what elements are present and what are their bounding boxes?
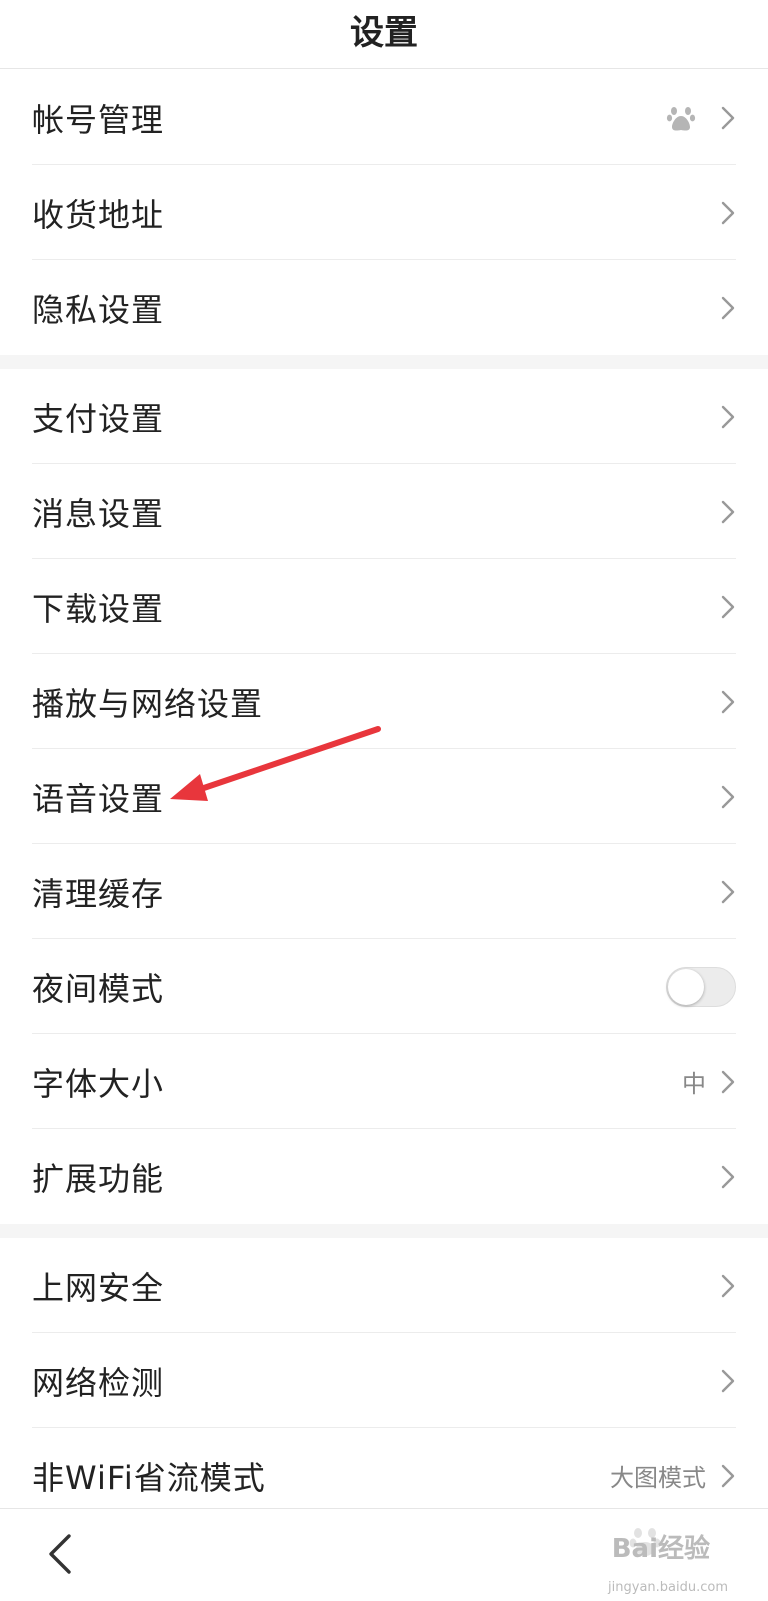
- chevron-right-icon: [721, 1070, 735, 1093]
- baidu-paw-icon: [666, 106, 696, 131]
- watermark-url: jingyan.baidu.com: [608, 1580, 728, 1595]
- chevron-right-icon: [721, 690, 735, 713]
- item-label: 播放与网络设置: [32, 684, 264, 723]
- section-gap: [0, 355, 768, 369]
- settings-item-network-check[interactable]: 网络检测: [0, 1333, 768, 1428]
- settings-item-playback-network[interactable]: 播放与网络设置: [0, 654, 768, 749]
- font-size-value: 中: [682, 1070, 706, 1098]
- bottom-toolbar: Bai经验 jingyan.baidu.com: [0, 1508, 768, 1601]
- settings-item-account-management[interactable]: 帐号管理: [0, 70, 768, 165]
- section-gap: [0, 1224, 768, 1238]
- watermark-text: Bai经验: [611, 1534, 710, 1564]
- settings-item-extensions[interactable]: 扩展功能: [0, 1129, 768, 1224]
- item-label: 隐私设置: [32, 290, 165, 329]
- chevron-right-icon: [721, 201, 735, 224]
- item-label: 夜间模式: [32, 969, 165, 1008]
- settings-item-night-mode: 夜间模式: [0, 939, 768, 1034]
- settings-item-shipping-address[interactable]: 收货地址: [0, 165, 768, 260]
- page-title: 设置: [350, 12, 418, 53]
- toggle-knob: [668, 968, 704, 1005]
- settings-item-web-security[interactable]: 上网安全: [0, 1238, 768, 1333]
- chevron-right-icon: [721, 296, 735, 319]
- settings-item-privacy[interactable]: 隐私设置: [0, 260, 768, 355]
- chevron-right-icon: [721, 595, 735, 618]
- chevron-right-icon: [721, 1369, 735, 1392]
- back-arrow-icon[interactable]: [42, 1531, 78, 1577]
- item-label: 上网安全: [32, 1268, 165, 1307]
- chevron-right-icon: [721, 405, 735, 428]
- night-mode-toggle[interactable]: [666, 966, 736, 1007]
- item-label: 非WiFi省流模式: [32, 1458, 266, 1497]
- item-label: 支付设置: [32, 399, 165, 438]
- settings-group-network: 上网安全 网络检测 非WiFi省流模式 大图模式: [0, 1238, 768, 1523]
- settings-group-general: 支付设置 消息设置 下载设置 播放与网络设置 语音设置 清理缓存 夜间模式 字体…: [0, 369, 768, 1224]
- settings-item-font-size[interactable]: 字体大小 中: [0, 1034, 768, 1129]
- chevron-right-icon: [721, 785, 735, 808]
- top-bar: 设置: [0, 0, 768, 69]
- settings-item-voice[interactable]: 语音设置: [0, 749, 768, 844]
- chevron-right-icon: [721, 1165, 735, 1188]
- item-label: 下载设置: [32, 589, 165, 628]
- settings-item-payment[interactable]: 支付设置: [0, 369, 768, 464]
- item-label: 网络检测: [32, 1363, 165, 1402]
- data-saver-value: 大图模式: [610, 1464, 706, 1492]
- settings-item-clear-cache[interactable]: 清理缓存: [0, 844, 768, 939]
- item-label: 清理缓存: [32, 874, 165, 913]
- settings-item-download[interactable]: 下载设置: [0, 559, 768, 654]
- settings-group-account: 帐号管理 收货地址 隐私设置: [0, 70, 768, 355]
- chevron-right-icon: [721, 106, 735, 129]
- item-label: 语音设置: [32, 779, 165, 818]
- item-label: 收货地址: [32, 195, 165, 234]
- chevron-right-icon: [721, 1464, 735, 1487]
- item-label: 帐号管理: [32, 100, 165, 139]
- chevron-right-icon: [721, 1274, 735, 1297]
- chevron-right-icon: [721, 880, 735, 903]
- chevron-right-icon: [721, 500, 735, 523]
- settings-item-messages[interactable]: 消息设置: [0, 464, 768, 559]
- item-label: 扩展功能: [32, 1159, 165, 1198]
- item-label: 消息设置: [32, 494, 165, 533]
- item-label: 字体大小: [32, 1064, 165, 1103]
